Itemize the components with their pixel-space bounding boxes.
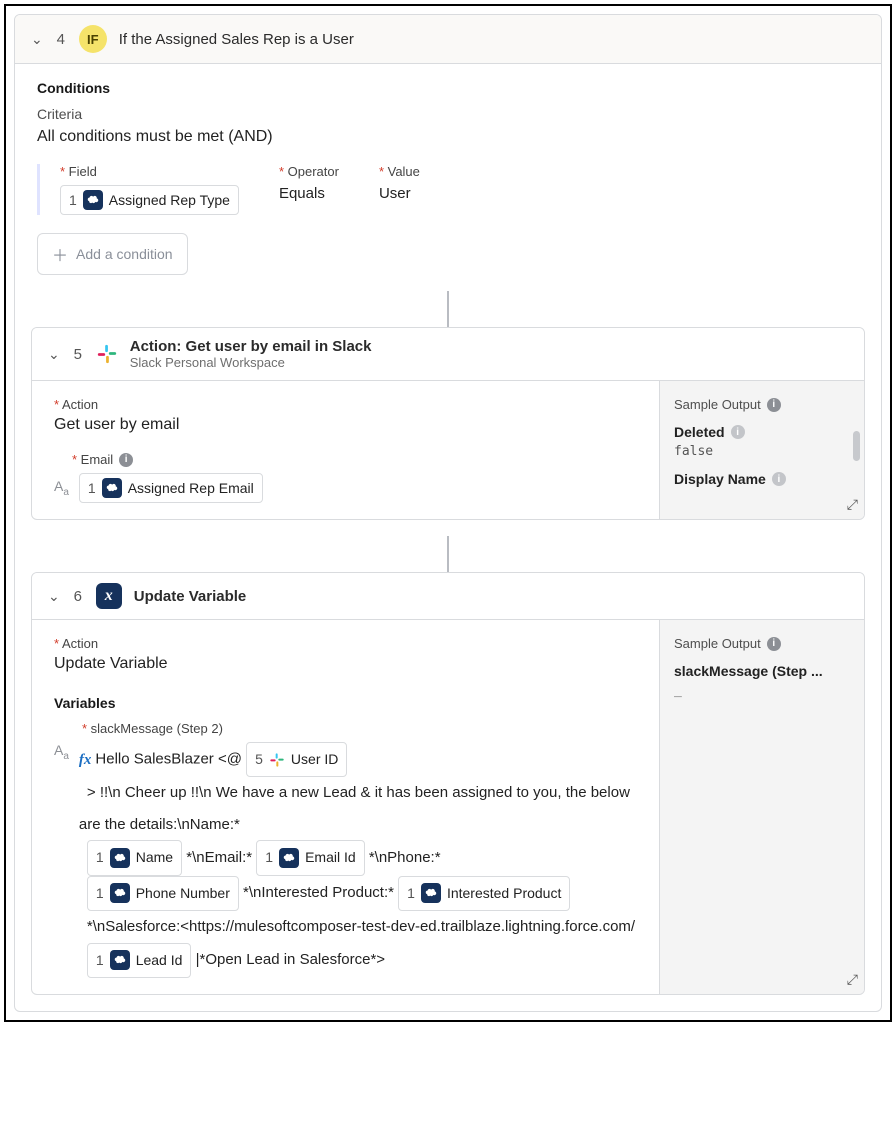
step-5-body: Action Get user by email Email i Aa 1 bbox=[32, 381, 864, 519]
operator-value[interactable]: Equals bbox=[279, 185, 339, 202]
flow-canvas: ⌄ 4 IF If the Assigned Sales Rep is a Us… bbox=[4, 4, 892, 1022]
text-type-icon: Aa bbox=[54, 742, 69, 762]
output-key-deleted: Deleted bbox=[674, 424, 725, 440]
info-icon[interactable]: i bbox=[119, 453, 133, 467]
step-number: 5 bbox=[72, 346, 84, 363]
step-5-card: ⌄ 5 Action: Get user by email in Slack S… bbox=[31, 327, 865, 520]
sample-output-label: Sample Output bbox=[674, 397, 761, 412]
chip-phone[interactable]: 1 Phone Number bbox=[87, 876, 239, 911]
variables-label: Variables bbox=[54, 695, 637, 711]
sample-output-label: Sample Output bbox=[674, 636, 761, 651]
field-value-pill[interactable]: 1 Assigned Rep Type bbox=[60, 185, 239, 215]
add-condition-button[interactable]: ＋ Add a condition bbox=[37, 233, 188, 275]
chip-lead-id[interactable]: 1 Lead Id bbox=[87, 943, 192, 978]
salesforce-icon bbox=[83, 190, 103, 210]
action-value[interactable]: Update Variable bbox=[54, 655, 637, 673]
salesforce-icon bbox=[102, 478, 122, 498]
if-badge: IF bbox=[79, 25, 107, 53]
chip-product[interactable]: 1 Interested Product bbox=[398, 876, 570, 911]
collapse-icon[interactable]: ⌄ bbox=[48, 588, 60, 605]
action-label: Action bbox=[54, 636, 637, 651]
info-icon[interactable]: i bbox=[731, 425, 745, 439]
chip-name[interactable]: 1 Name bbox=[87, 840, 182, 875]
chip-email[interactable]: 1 Email Id bbox=[256, 840, 364, 875]
slack-icon bbox=[269, 752, 285, 768]
expand-icon[interactable]: ⤢ bbox=[847, 496, 858, 513]
connector-line bbox=[447, 291, 449, 327]
output-val-deleted: false bbox=[674, 444, 850, 459]
condition-logic: All conditions must be met (AND) bbox=[37, 128, 859, 146]
operator-label: Operator bbox=[279, 164, 339, 179]
step-5-subtitle: Slack Personal Workspace bbox=[130, 355, 372, 370]
action-value[interactable]: Get user by email bbox=[54, 416, 637, 434]
output-val-slackmessage: _ bbox=[674, 683, 850, 698]
formula-editor[interactable]: Aa fxHello SalesBlazer <@ 5 bbox=[54, 742, 637, 978]
step-number: 6 bbox=[72, 588, 84, 605]
value-value[interactable]: User bbox=[379, 185, 420, 202]
connector-line bbox=[447, 536, 449, 572]
formula-icon: fx bbox=[79, 752, 92, 768]
step-4-body: Conditions Criteria All conditions must … bbox=[15, 64, 881, 291]
step-number: 4 bbox=[55, 31, 67, 48]
field-label: Field bbox=[60, 164, 239, 179]
expand-icon[interactable]: ⤢ bbox=[847, 971, 858, 988]
step-6-title: Update Variable bbox=[134, 588, 247, 605]
output-key-displayname: Display Name bbox=[674, 471, 766, 487]
step-6-card: ⌄ 6 x Update Variable Action Update Vari… bbox=[31, 572, 865, 995]
email-label: Email bbox=[72, 452, 113, 467]
sample-output-panel: Sample Output i Deleted i false Display … bbox=[659, 381, 864, 519]
condition-row-1: Field 1 Assigned Rep Type Operator Equal… bbox=[37, 164, 859, 215]
info-icon[interactable]: i bbox=[767, 398, 781, 412]
output-key-slackmessage: slackMessage (Step ... bbox=[674, 663, 823, 679]
step-4-title: If the Assigned Sales Rep is a User bbox=[119, 31, 354, 48]
variable-icon: x bbox=[96, 583, 122, 609]
info-icon[interactable]: i bbox=[772, 472, 786, 486]
salesforce-icon bbox=[110, 950, 130, 970]
email-pill[interactable]: 1 Assigned Rep Email bbox=[79, 473, 263, 503]
slack-icon bbox=[96, 343, 118, 365]
salesforce-icon bbox=[421, 883, 441, 903]
collapse-icon[interactable]: ⌄ bbox=[48, 346, 60, 363]
criteria-label: Criteria bbox=[37, 106, 859, 122]
scrollbar[interactable] bbox=[853, 431, 860, 461]
conditions-label: Conditions bbox=[37, 80, 859, 96]
action-label: Action bbox=[54, 397, 637, 412]
plus-icon: ＋ bbox=[52, 242, 68, 266]
chip-user-id[interactable]: 5 User ID bbox=[246, 742, 347, 777]
sample-output-panel: Sample Output i slackMessage (Step ... _… bbox=[659, 620, 864, 994]
step-5-header[interactable]: ⌄ 5 Action: Get user by email in Slack S… bbox=[32, 328, 864, 381]
step-4-card: ⌄ 4 IF If the Assigned Sales Rep is a Us… bbox=[14, 14, 882, 1012]
slackmessage-label: slackMessage (Step 2) bbox=[54, 721, 637, 736]
salesforce-icon bbox=[279, 848, 299, 868]
step-6-body: Action Update Variable Variables slackMe… bbox=[32, 620, 864, 994]
salesforce-icon bbox=[110, 848, 130, 868]
collapse-icon[interactable]: ⌄ bbox=[31, 31, 43, 48]
text-type-icon: Aa bbox=[54, 478, 69, 498]
value-label: Value bbox=[379, 164, 420, 179]
step-6-header[interactable]: ⌄ 6 x Update Variable bbox=[32, 573, 864, 620]
salesforce-icon bbox=[110, 883, 130, 903]
step-5-title: Action: Get user by email in Slack bbox=[130, 338, 372, 355]
info-icon[interactable]: i bbox=[767, 637, 781, 651]
step-4-header[interactable]: ⌄ 4 IF If the Assigned Sales Rep is a Us… bbox=[15, 15, 881, 64]
